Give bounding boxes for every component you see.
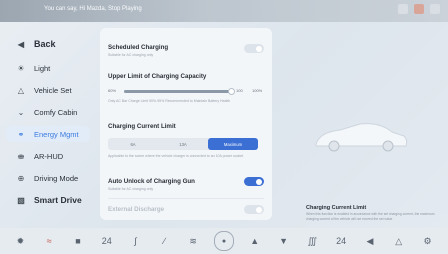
slider-min-label: 60% bbox=[108, 88, 117, 93]
settings-icon[interactable]: ⚙ bbox=[420, 233, 436, 249]
car-illustration bbox=[315, 123, 408, 152]
upper-limit-sub: Only AC Bar Charge Limit 90%-95% Recomme… bbox=[108, 99, 231, 103]
energy-settings-panel: Scheduled Charging Suitable for AC charg… bbox=[100, 28, 272, 220]
sidebar-item-comfy-cabin[interactable]: ⌄ Comfy Cabin bbox=[6, 104, 90, 120]
info-title: Charging Current Limit bbox=[306, 205, 367, 211]
sidebar-item-ar-hud[interactable]: ⛂ AR-HUD bbox=[6, 148, 90, 164]
sidebar-item-label: Comfy Cabin bbox=[34, 107, 78, 117]
seat-heat-icon[interactable]: ■ bbox=[70, 233, 86, 249]
hud-icon: ⛂ bbox=[17, 151, 25, 161]
sidebar-item-label: AR-HUD bbox=[34, 151, 64, 161]
current-limit-title: Charging Current Limit bbox=[108, 123, 176, 130]
temp-left-icon[interactable]: 24 bbox=[99, 233, 115, 249]
sidebar-item-light[interactable]: ☀ Light bbox=[6, 60, 90, 76]
sidebar-item-label: Driving Mode bbox=[34, 173, 79, 183]
sidebar: ◀ Back ☀ Light △ Vehicle Set ⌄ Comfy Cab… bbox=[0, 22, 96, 228]
voice-hint: You can say, Hi Mazda, Stop Playing bbox=[44, 6, 142, 12]
external-discharge-toggle[interactable] bbox=[244, 205, 264, 214]
signal-icon bbox=[398, 4, 408, 14]
temp-right-icon[interactable]: 24 bbox=[333, 233, 349, 249]
chevron-down-icon: ⌄ bbox=[17, 107, 25, 117]
info-description: When this function is enabled in accorda… bbox=[306, 212, 435, 221]
smart-drive-icon: ▧ bbox=[17, 195, 25, 205]
steering-heat-icon[interactable]: △ bbox=[391, 233, 407, 249]
volume-icon[interactable]: ◀ bbox=[362, 233, 378, 249]
climate-dock: ✹ ≈ ■ 24 ∫ ∕ ≋ ● ▲ ▼ ∭ 24 ◀ △ ⚙ bbox=[0, 228, 448, 254]
sidebar-item-label: Smart Drive bbox=[34, 195, 82, 205]
upper-limit-slider[interactable] bbox=[124, 88, 235, 95]
sidebar-item-driving-mode[interactable]: ⊕ Driving Mode bbox=[6, 170, 90, 186]
slider-fill bbox=[124, 90, 232, 93]
sidebar-item-energy-mgmt[interactable]: ⚭ Energy Mgmt bbox=[6, 126, 90, 142]
slider-knob[interactable] bbox=[228, 88, 235, 95]
sidebar-item-smart-drive[interactable]: ▧ Smart Drive bbox=[6, 192, 90, 208]
info-panel: Charging Current Limit When this functio… bbox=[280, 28, 444, 221]
current-limit-sub: Applicable to the scene where the vehicl… bbox=[108, 154, 244, 158]
fan-icon[interactable]: ✹ bbox=[12, 233, 28, 249]
scheduled-charging-sub: Suitable for AC charging only bbox=[108, 53, 154, 57]
steering-icon: ⊕ bbox=[17, 173, 25, 183]
scheduled-charging-toggle[interactable] bbox=[244, 44, 264, 53]
slider-max-label: 100% bbox=[252, 88, 263, 93]
seat-heat-right-icon[interactable]: ∭ bbox=[304, 233, 320, 249]
status-bar: You can say, Hi Mazda, Stop Playing bbox=[0, 0, 448, 22]
energy-icon: ⚭ bbox=[17, 129, 25, 139]
sidebar-item-label: Light bbox=[34, 63, 51, 73]
car-outline-icon: △ bbox=[17, 85, 25, 95]
rear-defrost-icon[interactable]: ▲ bbox=[247, 233, 263, 249]
airflow-icon[interactable]: ≋ bbox=[185, 233, 201, 249]
windshield-icon[interactable]: ▼ bbox=[276, 233, 292, 249]
slider-value-label: 100 bbox=[236, 88, 243, 93]
defrost-front-icon[interactable]: ≈ bbox=[41, 233, 57, 249]
scheduled-charging-title: Scheduled Charging bbox=[108, 44, 169, 51]
back-button[interactable]: ◀ Back bbox=[6, 36, 90, 52]
sidebar-item-label: Energy Mgmt bbox=[34, 129, 79, 139]
auto-unlock-title: Auto Unlock of Charging Gun bbox=[108, 178, 195, 185]
ac-icon[interactable]: ∕ bbox=[156, 233, 172, 249]
option-6a[interactable]: 6A bbox=[108, 138, 158, 150]
current-limit-selector: 6A 13A Maximum bbox=[108, 138, 258, 150]
sidebar-item-label: Vehicle Set bbox=[34, 85, 72, 95]
seat-vent-icon[interactable]: ∫ bbox=[128, 233, 144, 249]
alert-icon[interactable] bbox=[414, 4, 424, 14]
divider bbox=[108, 198, 264, 199]
external-discharge-title: External Discharge bbox=[108, 206, 165, 213]
status-icons bbox=[398, 4, 440, 14]
option-13a[interactable]: 13A bbox=[158, 138, 208, 150]
back-label: Back bbox=[34, 39, 56, 49]
back-arrow-icon: ◀ bbox=[17, 39, 25, 49]
sidebar-item-vehicle-set[interactable]: △ Vehicle Set bbox=[6, 82, 90, 98]
auto-unlock-toggle[interactable] bbox=[244, 177, 264, 186]
upper-limit-title: Upper Limit of Charging Capacity bbox=[108, 73, 207, 80]
home-icon[interactable]: ● bbox=[213, 231, 234, 251]
sun-icon: ☀ bbox=[17, 63, 25, 73]
user-icon[interactable] bbox=[430, 4, 440, 14]
option-maximum[interactable]: Maximum bbox=[208, 138, 258, 150]
auto-unlock-sub: Suitable for AC charging only bbox=[108, 187, 154, 191]
